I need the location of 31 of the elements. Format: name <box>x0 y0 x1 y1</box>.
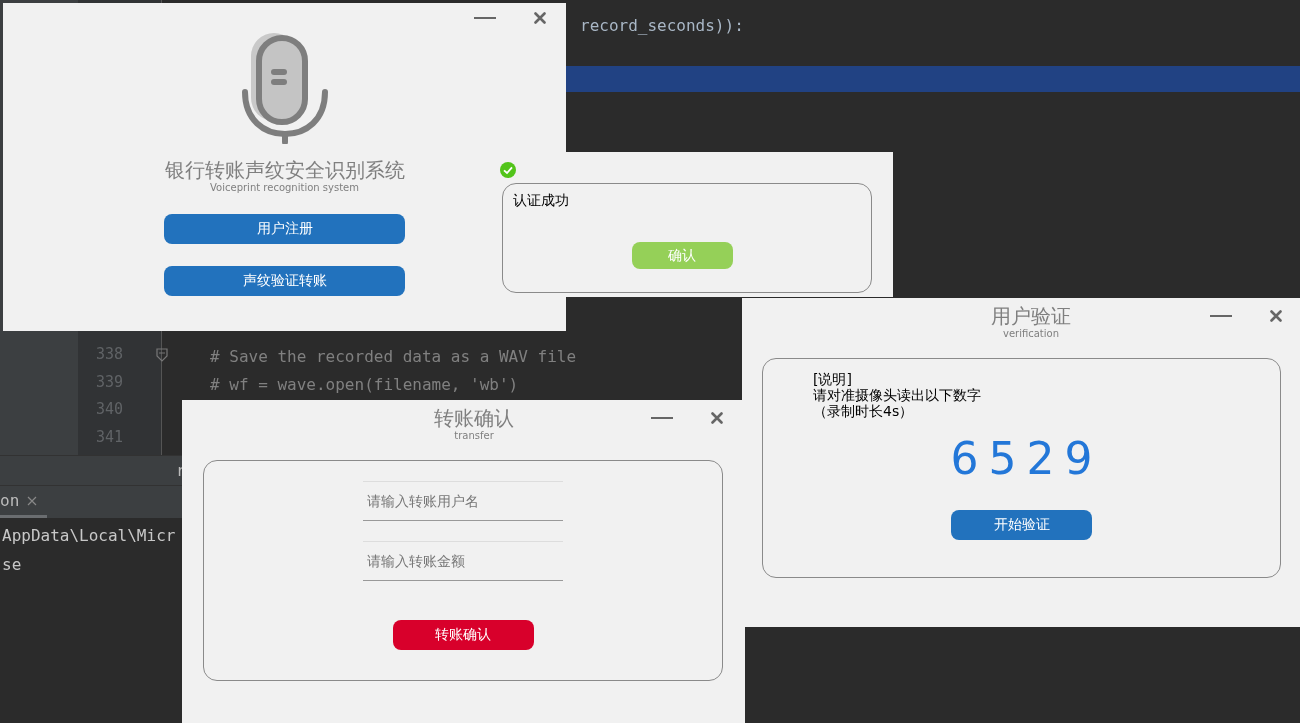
menu-button[interactable]: 用户注册 <box>164 214 405 244</box>
code-line: # wf = wave.open(filename, 'wb') <box>210 373 519 396</box>
close-icon[interactable] <box>1270 310 1282 322</box>
window-title: 转账确认 <box>434 406 514 430</box>
close-icon[interactable] <box>711 412 723 424</box>
close-icon[interactable] <box>27 495 38 506</box>
message-text: 认证成功 <box>513 191 569 209</box>
window-subtitle: verification <box>1002 328 1059 339</box>
success-check-icon <box>500 162 516 178</box>
code-line: record_seconds)): <box>580 15 744 37</box>
instruction-text: 请对准摄像头读出以下数字 <box>813 387 981 403</box>
code-line: # Save the recorded data as a WAV file <box>210 346 577 368</box>
input-field[interactable]: 请输入转账用户名 <box>362 481 563 521</box>
transfer-confirm-button[interactable]: 转账确认 <box>392 620 534 650</box>
verification-code: 6 5 2 9 <box>950 433 1093 485</box>
minimize-icon[interactable] <box>651 416 673 420</box>
start-verify-button[interactable]: 开始验证 <box>951 510 1092 540</box>
console-line: AppData\Local\Micr <box>1 525 176 547</box>
app-subtitle: Voiceprint recognition system <box>210 182 359 193</box>
app-title: 银行转账声纹安全识别系统 <box>164 158 405 182</box>
window-title: 用户验证 <box>991 304 1071 328</box>
fold-icon <box>156 348 168 362</box>
menu-button[interactable]: 声纹验证转账 <box>164 266 405 296</box>
window-subtitle: transfer <box>454 430 494 441</box>
microphone-icon <box>241 32 328 144</box>
close-icon[interactable] <box>534 11 546 24</box>
minimize-icon[interactable] <box>1210 314 1232 318</box>
console-line: se <box>1 554 22 576</box>
input-field[interactable]: 请输入转账金额 <box>362 541 563 581</box>
instruction-text: （录制时长4s） <box>813 403 914 419</box>
instruction-text: [说明] <box>813 371 852 387</box>
